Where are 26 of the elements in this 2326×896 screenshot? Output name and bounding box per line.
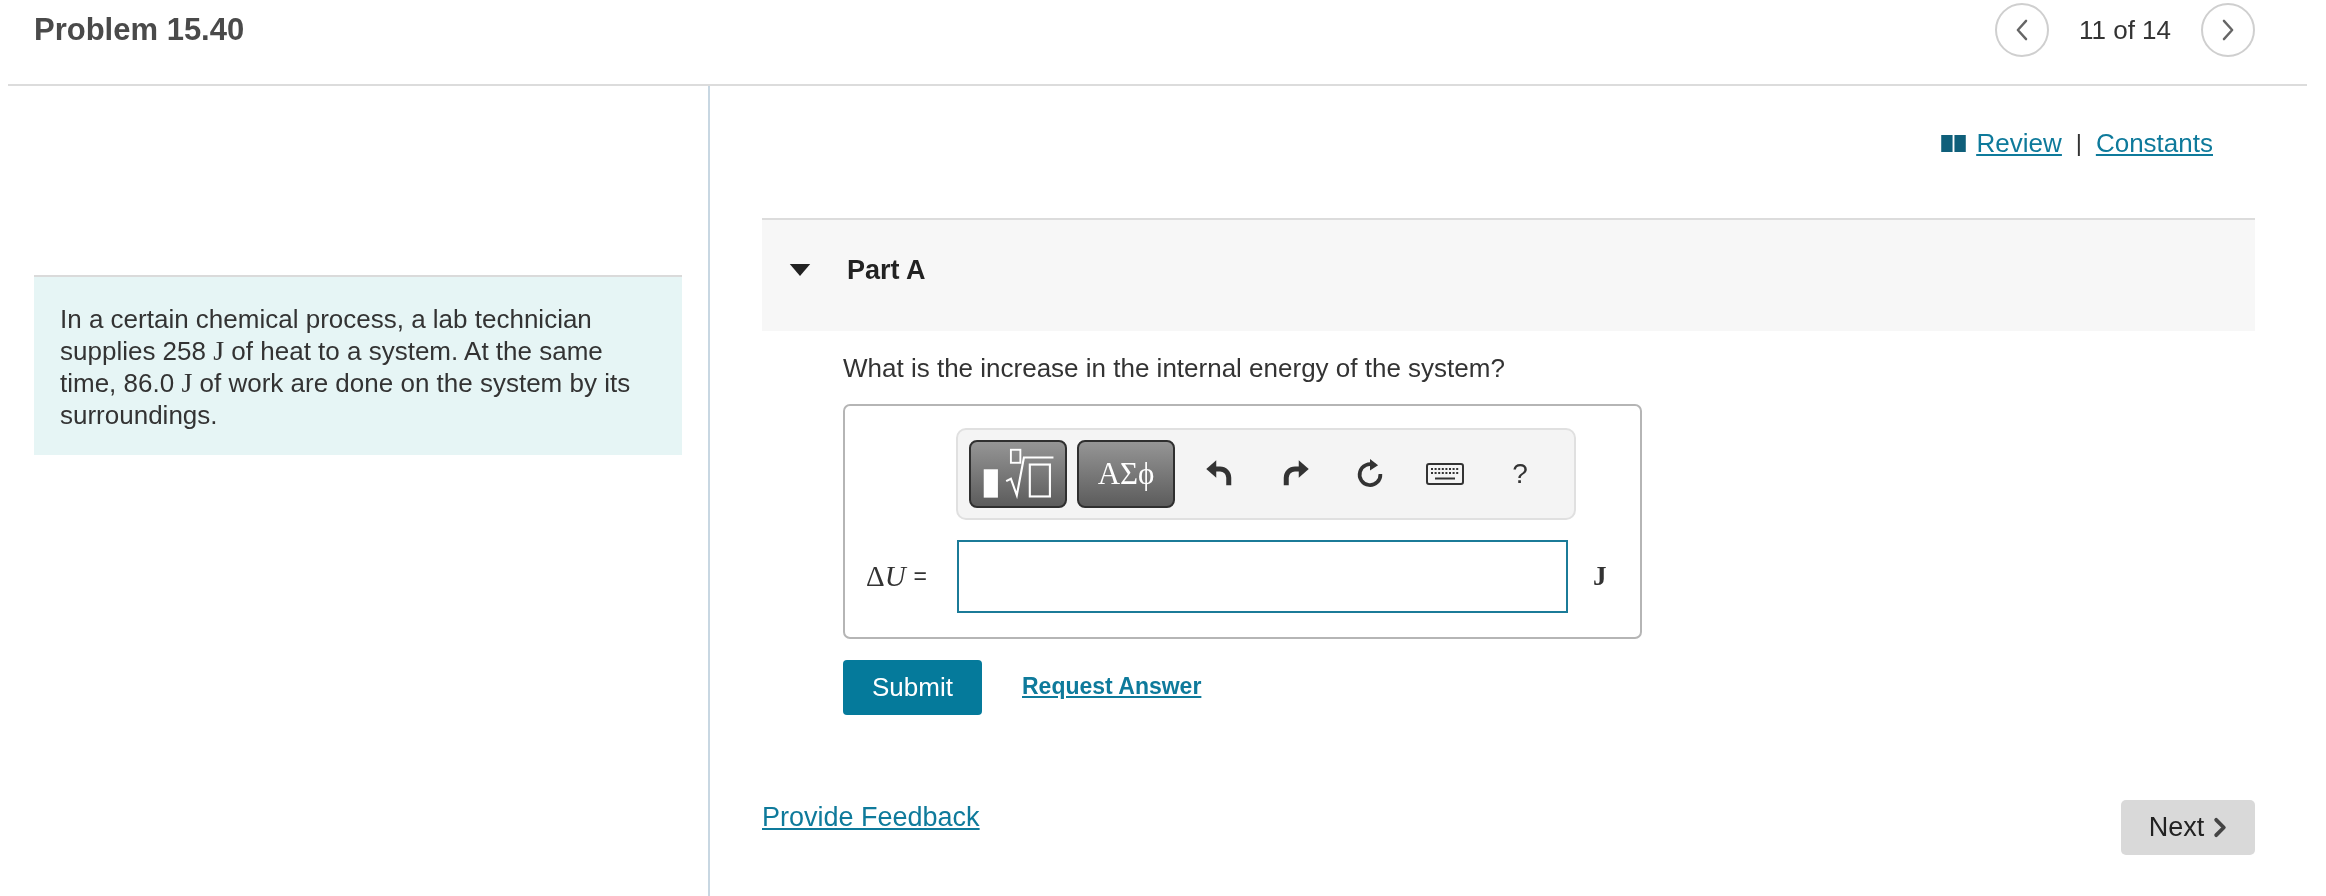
link-separator: | [2075,128,2082,158]
answer-field[interactable] [957,540,1568,613]
provide-feedback-link[interactable]: Provide Feedback [762,800,980,834]
unit-label: J [1593,561,1607,592]
help-button[interactable]: ? [1500,454,1540,494]
chevron-right-icon [2213,817,2228,838]
reset-icon [1355,459,1385,489]
keyboard-icon [1426,463,1464,485]
variable-label: ΔU [866,560,906,593]
templates-button[interactable] [969,440,1067,508]
resource-link[interactable]: Review [1941,128,2062,158]
problem-title: Problem 15.40 [34,12,245,48]
problem-text: In a certain chemical process, a lab technician supplies 258 J of heat to a system. At the same time, 86.0 J of work are done on the system by its surroundings. [60,303,632,431]
book-icon [1941,134,1967,152]
part-header[interactable]: Part A [762,218,2255,331]
symbols-button[interactable]: ΑΣϕ [1077,440,1175,508]
question-text: What is the increase in the internal energy of the system? [843,353,1506,383]
chevron-right-icon [2221,19,2235,41]
chevron-left-icon [2015,19,2029,41]
problem-position: 11 of 14 [2078,15,2171,45]
next-button[interactable]: Next [2121,800,2255,855]
next-problem-button[interactable] [2201,3,2255,57]
request-answer-link[interactable]: Request Answer [1022,673,1202,700]
submit-button[interactable]: Submit [843,660,982,715]
equals-sign: = [913,563,928,590]
resource-link[interactable]: Constants [2095,128,2213,158]
